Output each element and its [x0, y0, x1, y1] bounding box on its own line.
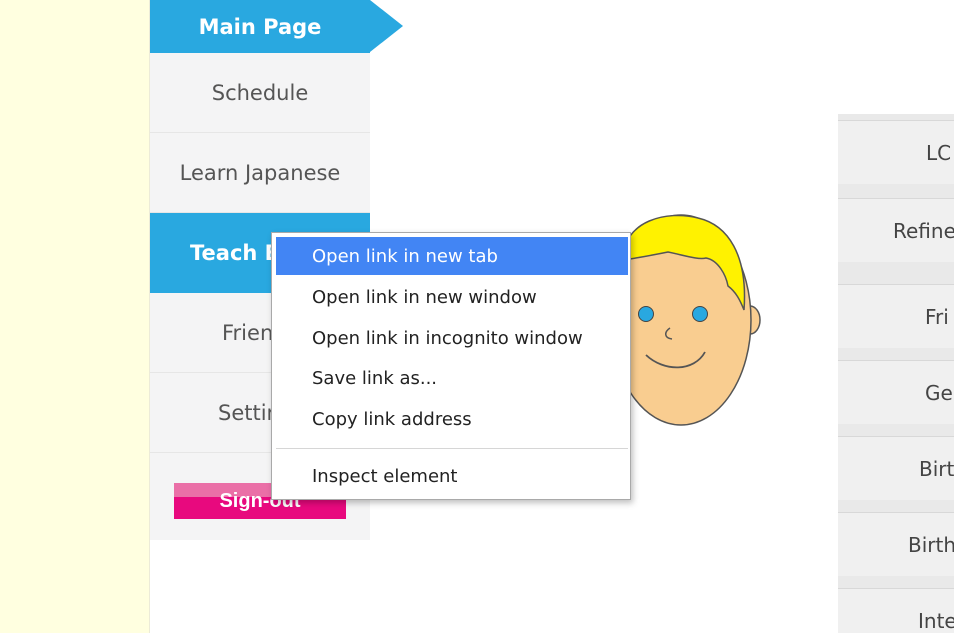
- sidebar-item-label: Frien: [222, 320, 274, 345]
- context-open-new-tab[interactable]: Open link in new tab: [276, 237, 628, 275]
- right-menu-item[interactable]: Inte: [838, 588, 954, 633]
- context-open-incognito[interactable]: Open link in incognito window: [276, 319, 628, 357]
- sidebar-item-learn-japanese[interactable]: Learn Japanese: [150, 133, 370, 213]
- sidebar-item-label: Learn Japanese: [179, 160, 341, 185]
- sidebar-item-main-page[interactable]: Main Page: [150, 0, 403, 53]
- context-menu-separator: [276, 448, 628, 449]
- right-menu-item[interactable]: Refine: [838, 198, 954, 262]
- context-inspect-element[interactable]: Inspect element: [276, 457, 628, 495]
- right-menu-item[interactable]: Ge: [838, 360, 954, 424]
- sidebar-item-label: Teach E: [190, 241, 280, 265]
- sidebar-item-schedule[interactable]: Schedule: [150, 53, 370, 133]
- right-menu-item[interactable]: Birt: [838, 436, 954, 500]
- sidebar-item-label: Main Page: [198, 14, 322, 39]
- right-menu-item[interactable]: LC: [838, 120, 954, 184]
- right-menu-item[interactable]: Fri: [838, 284, 954, 348]
- active-arrow-indicator: [370, 0, 403, 52]
- context-open-new-window[interactable]: Open link in new window: [276, 278, 628, 316]
- context-copy-link-address[interactable]: Copy link address: [276, 400, 628, 438]
- context-menu: Open link in new tab Open link in new wi…: [271, 232, 631, 500]
- sidebar-item-label: Schedule: [211, 80, 309, 105]
- context-save-link-as[interactable]: Save link as...: [276, 359, 628, 397]
- right-menu-item[interactable]: Birth: [838, 512, 954, 576]
- left-background-strip: [0, 0, 150, 633]
- right-menu: LC Refine Fri Ge Birt Birth Inte: [838, 114, 954, 633]
- sidebar-item-label: Settir: [218, 400, 276, 425]
